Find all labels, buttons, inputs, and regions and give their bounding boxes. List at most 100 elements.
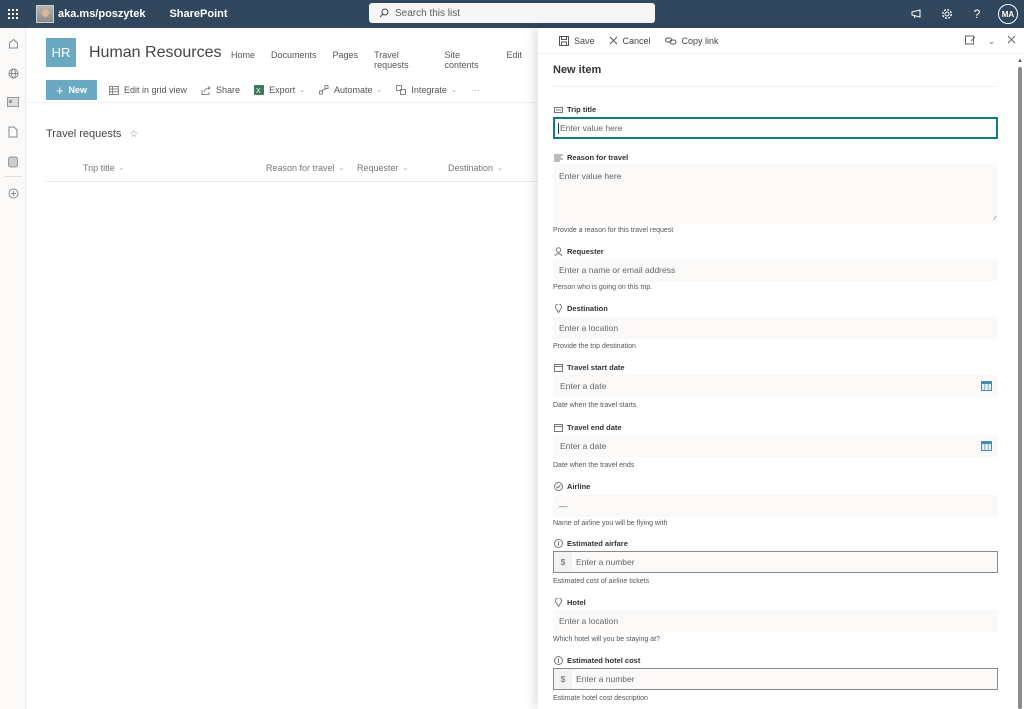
hotel-input[interactable]: Enter a location <box>553 610 998 632</box>
choice-icon <box>553 482 563 491</box>
field-help-hotel: Which hotel will you be staying at? <box>553 636 660 643</box>
column-header-reason[interactable]: Reason for travel ⌄ <box>266 163 344 173</box>
hotel-cost-input[interactable]: $ Enter a number <box>553 668 998 690</box>
new-button[interactable]: + New <box>46 80 97 100</box>
site-logo[interactable]: HR <box>46 38 76 67</box>
column-header-trip-title[interactable]: Trip title ⌄ <box>83 163 125 173</box>
scroll-up-arrow-icon[interactable]: ▲ <box>1017 58 1023 64</box>
site-owner-photo <box>36 5 54 23</box>
start-date-picker[interactable]: Enter a date <box>553 375 998 397</box>
close-panel-icon[interactable] <box>1007 35 1016 47</box>
cancel-button[interactable]: Cancel <box>609 36 651 46</box>
export-label: Export <box>269 85 296 95</box>
site-navigation: Home Documents Pages Travel requests Sit… <box>231 50 538 70</box>
calendar-icon[interactable] <box>981 441 992 453</box>
automate-button[interactable]: Automate ⌄ <box>318 85 382 95</box>
label-text: Estimated hotel cost <box>567 656 641 665</box>
person-icon <box>553 247 563 256</box>
header-divider <box>46 181 538 182</box>
chevron-down-icon: ⌄ <box>402 165 409 172</box>
scroll-thumb[interactable] <box>1018 67 1022 709</box>
edit-grid-view-button[interactable]: Edit in grid view <box>109 85 187 95</box>
chevron-down-icon: ⌄ <box>450 87 457 94</box>
home-icon[interactable] <box>6 36 20 50</box>
number-icon <box>553 539 563 548</box>
panel-title: New item <box>553 64 602 76</box>
trip-title-input[interactable]: Enter value here <box>553 117 998 139</box>
destination-input[interactable]: Enter a location <box>553 317 998 339</box>
nav-travel-requests[interactable]: Travel requests <box>374 50 428 70</box>
panel-command-bar: Save Cancel Copy link ⌄ <box>538 28 1024 54</box>
field-help-reason: Provide a reason for this travel request <box>553 227 674 234</box>
nav-pages[interactable]: Pages <box>333 50 359 70</box>
save-button[interactable]: Save <box>559 35 595 46</box>
field-label-start-date: Travel start date <box>553 363 625 372</box>
chevron-down-icon: ⌄ <box>299 87 305 94</box>
megaphone-icon[interactable] <box>902 0 932 28</box>
nav-edit[interactable]: Edit <box>506 50 522 70</box>
field-label-reason: Reason for travel <box>553 153 628 162</box>
title-divider <box>553 86 998 87</box>
integrate-button[interactable]: Integrate ⌄ <box>396 85 457 95</box>
edit-form-icon[interactable] <box>965 35 976 48</box>
news-icon[interactable] <box>6 95 20 109</box>
currency-prefix: $ <box>554 552 572 572</box>
nav-documents[interactable]: Documents <box>271 50 317 70</box>
number-icon <box>553 656 563 665</box>
nav-site-contents[interactable]: Site contents <box>445 50 491 70</box>
field-help-end-date: Date when the travel ends <box>553 462 635 469</box>
user-avatar[interactable]: MA <box>998 4 1018 24</box>
calendar-icon[interactable] <box>981 381 992 393</box>
column-header-requester[interactable]: Requester ⌄ <box>357 163 408 173</box>
currency-prefix: $ <box>554 669 572 689</box>
export-button[interactable]: X Export ⌄ <box>254 85 305 95</box>
app-name[interactable]: SharePoint <box>169 8 227 20</box>
nav-home[interactable]: Home <box>231 50 255 70</box>
site-title[interactable]: Human Resources <box>89 44 222 62</box>
reason-textarea[interactable]: Enter value here ∕∕ <box>553 164 998 224</box>
list-page: HR Human Resources Home Documents Pages … <box>26 28 538 709</box>
calendar-icon <box>553 423 563 432</box>
end-date-picker[interactable]: Enter a date <box>553 435 998 457</box>
airfare-input[interactable]: $ Enter a number <box>553 551 998 573</box>
help-icon[interactable]: ? <box>962 0 992 28</box>
globe-icon[interactable] <box>6 66 20 80</box>
share-button[interactable]: Share <box>201 85 240 95</box>
save-icon <box>559 35 569 46</box>
excel-icon: X <box>254 85 265 95</box>
field-label-hotel-cost: Estimated hotel cost <box>553 656 640 665</box>
search-placeholder: Search this list <box>395 7 461 19</box>
search-icon <box>379 8 389 18</box>
requester-people-picker[interactable]: Enter a name or email address <box>553 259 998 281</box>
field-label-requester: Requester <box>553 247 604 256</box>
copy-link-button[interactable]: Copy link <box>664 36 719 46</box>
document-icon[interactable] <box>6 125 20 139</box>
chevron-down-icon[interactable]: ⌄ <box>988 37 995 46</box>
site-link[interactable]: aka.ms/poszytek <box>58 8 145 20</box>
share-label: Share <box>216 85 241 95</box>
airline-dropdown[interactable]: — <box>553 495 998 517</box>
search-input[interactable]: Search this list <box>369 3 655 23</box>
multiline-text-icon <box>553 154 563 162</box>
integrate-label: Integrate <box>411 85 447 95</box>
location-pin-icon <box>553 598 563 607</box>
label-text: Requester <box>567 247 604 256</box>
gear-icon[interactable] <box>932 0 962 28</box>
resize-handle-icon[interactable]: ∕∕ <box>994 216 996 222</box>
add-circle-icon[interactable] <box>6 186 20 200</box>
panel-scrollbar[interactable]: ▲ <box>1016 58 1024 709</box>
more-button[interactable]: ··· <box>471 85 480 95</box>
star-icon[interactable]: ☆ <box>129 129 138 140</box>
rail-divider <box>4 176 22 177</box>
link-icon <box>664 37 677 44</box>
chevron-down-icon: ⌄ <box>338 165 345 172</box>
waffle-icon[interactable] <box>0 0 26 28</box>
column-label: Requester <box>357 163 399 173</box>
column-header-destination[interactable]: Destination ⌄ <box>448 163 503 173</box>
database-icon[interactable] <box>6 155 20 169</box>
field-label-destination: Destination <box>553 304 608 313</box>
column-label: Trip title <box>83 163 115 173</box>
field-help-requester: Person who is going on this trip. <box>553 284 653 291</box>
app-bar <box>0 28 26 709</box>
calendar-icon <box>553 363 563 372</box>
